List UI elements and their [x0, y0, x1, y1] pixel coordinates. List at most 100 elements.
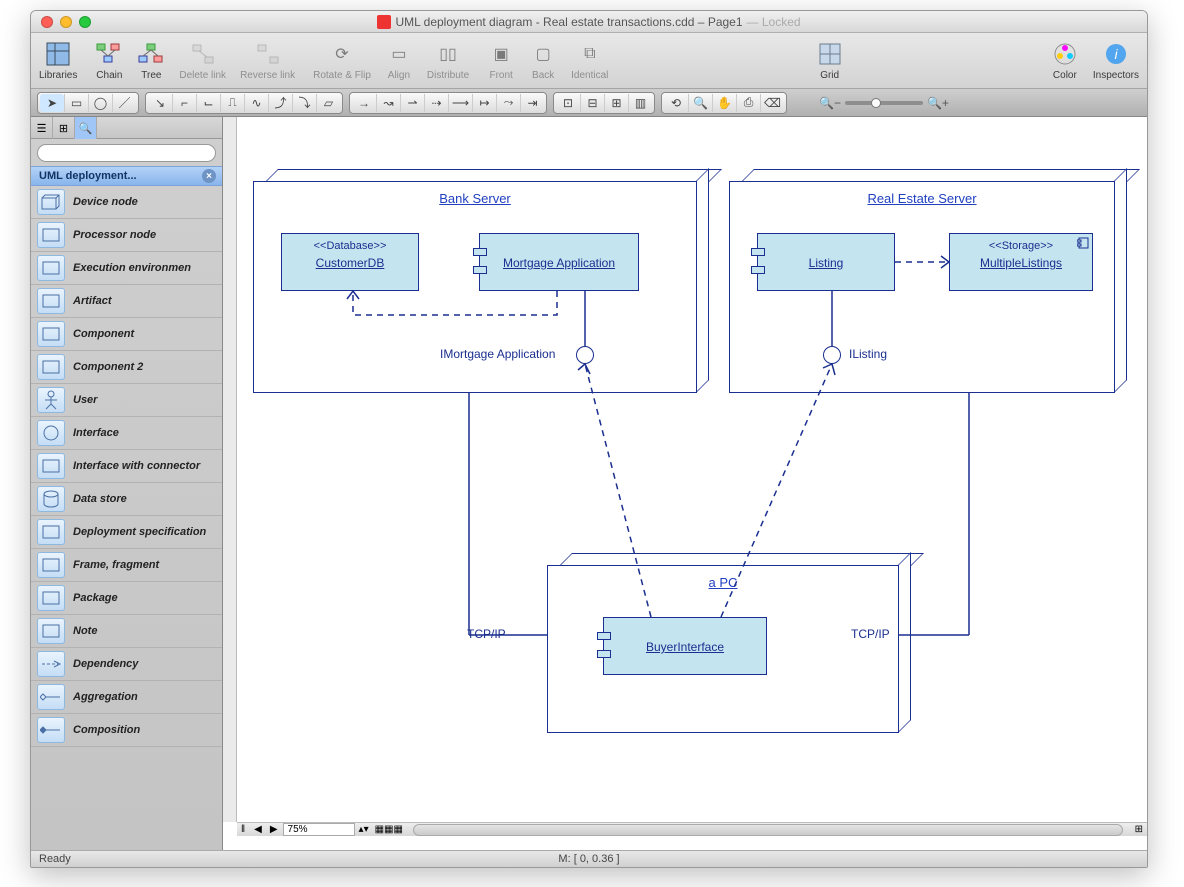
interface-mortgage[interactable]	[576, 346, 594, 364]
arrow-style-2[interactable]: ↝	[376, 94, 400, 112]
connector-tool-8[interactable]: ▱	[316, 94, 340, 112]
component-customer-db[interactable]: <<Database>> CustomerDB	[281, 233, 419, 291]
zoom-out-icon[interactable]: 🔍−	[819, 96, 841, 110]
pan-tool[interactable]: ✋	[712, 94, 736, 112]
grid-button[interactable]: Grid	[816, 40, 844, 81]
library-item[interactable]: Interface with connector	[31, 450, 222, 483]
sidebar-tab-search[interactable]: 🔍	[75, 117, 97, 139]
zoom-tool[interactable]: 🔍	[688, 94, 712, 112]
snap-tool-1[interactable]: ⊡	[556, 94, 580, 112]
connector-tool-6[interactable]: ⤴	[268, 94, 292, 112]
pointer-tool[interactable]: ➤	[40, 94, 64, 112]
sidebar-tab-2[interactable]: ⊞	[53, 117, 75, 139]
connector-tool-1[interactable]: ↘	[148, 94, 172, 112]
main-toolbar: Libraries Chain Tree Delete link Reverse…	[31, 33, 1147, 89]
component-buyer-interface[interactable]: BuyerInterface	[603, 617, 767, 675]
distribute-button: ▯▯Distribute	[427, 40, 469, 81]
libraries-button[interactable]: Libraries	[39, 40, 77, 81]
identical-icon: ⧉	[576, 40, 604, 68]
snap-tool-4[interactable]: ▥	[628, 94, 652, 112]
color-button[interactable]: Color	[1051, 40, 1079, 81]
ellipse-tool[interactable]: ◯	[88, 94, 112, 112]
library-item-thumb	[37, 354, 65, 380]
zoom-slider-track[interactable]	[845, 101, 923, 105]
zoom-reset-tool[interactable]: ⟲	[664, 94, 688, 112]
component-listing[interactable]: Listing	[757, 233, 895, 291]
interface-listing[interactable]	[823, 346, 841, 364]
arrow-style-6[interactable]: ↦	[472, 94, 496, 112]
close-section-button[interactable]: ×	[202, 169, 216, 183]
arrow-style-8[interactable]: ⇥	[520, 94, 544, 112]
library-item-label: Note	[73, 625, 97, 637]
library-item[interactable]: Package	[31, 582, 222, 615]
library-item-label: Execution environmen	[73, 262, 191, 274]
arrow-style-1[interactable]: →	[352, 94, 376, 112]
arrow-style-5[interactable]: ⟶	[448, 94, 472, 112]
delete-link-icon	[189, 40, 217, 68]
library-item-label: Package	[73, 592, 118, 604]
inspectors-button[interactable]: iInspectors	[1093, 40, 1139, 81]
library-item[interactable]: Component	[31, 318, 222, 351]
arrow-style-4[interactable]: ⇢	[424, 94, 448, 112]
library-search-input[interactable]	[37, 144, 216, 162]
horizontal-scrollbar[interactable]	[413, 824, 1123, 836]
snap-tool-2[interactable]: ⊟	[580, 94, 604, 112]
library-item-label: Frame, fragment	[73, 559, 159, 571]
library-item[interactable]: Artifact	[31, 285, 222, 318]
connector-tool-3[interactable]: ⌙	[196, 94, 220, 112]
snap-tool-3[interactable]: ⊞	[604, 94, 628, 112]
arrow-style-7[interactable]: ⤳	[496, 94, 520, 112]
zoom-in-icon[interactable]: 🔍+	[927, 96, 949, 110]
zoom-slider[interactable]: 🔍− 🔍+	[819, 96, 949, 110]
zoom-window-button[interactable]	[79, 16, 91, 28]
arrow-style-3[interactable]: ⇀	[400, 94, 424, 112]
library-item[interactable]: Processor node	[31, 219, 222, 252]
library-item[interactable]: Dependency	[31, 648, 222, 681]
minimize-window-button[interactable]	[60, 16, 72, 28]
zoom-stepper[interactable]: ▴▾	[357, 824, 371, 835]
back-button: ▢Back	[529, 40, 557, 81]
tcpip-left-label: TCP/IP	[467, 627, 506, 641]
chain-button[interactable]: Chain	[95, 40, 123, 81]
library-item[interactable]: Interface	[31, 417, 222, 450]
component-multiple-listings[interactable]: <<Storage>> MultipleListings	[949, 233, 1093, 291]
library-item[interactable]: Device node	[31, 186, 222, 219]
library-item-label: Dependency	[73, 658, 138, 670]
library-list: Device nodeProcessor node Execution envir…	[31, 186, 222, 850]
eraser-tool[interactable]: ⌫	[760, 94, 784, 112]
titlebar: UML deployment diagram - Real estate tra…	[31, 11, 1147, 33]
sidebar-section-header[interactable]: UML deployment... ×	[31, 166, 222, 186]
connector-tool-7[interactable]: ⤵	[292, 94, 316, 112]
library-item[interactable]: Composition	[31, 714, 222, 747]
library-item[interactable]: User	[31, 384, 222, 417]
page-next-button[interactable]: ▶	[267, 824, 281, 835]
bottom-controls: ‖ ◀ ▶ 75% ▴▾ ▦▦▦ ⊞	[237, 822, 1147, 836]
zoom-slider-thumb[interactable]	[871, 98, 881, 108]
print-tool[interactable]: ⎙	[736, 94, 760, 112]
component-mortgage-app[interactable]: Mortgage Application	[479, 233, 639, 291]
close-window-button[interactable]	[41, 16, 53, 28]
rect-tool[interactable]: ▭	[64, 94, 88, 112]
connector-tool-4[interactable]: ⎍	[220, 94, 244, 112]
connector-tool-5[interactable]: ∿	[244, 94, 268, 112]
library-item[interactable]: Execution environmen	[31, 252, 222, 285]
diagram-canvas[interactable]: Bank Server <<Database>> CustomerDB Mort…	[237, 117, 1147, 822]
library-item-thumb	[37, 684, 65, 710]
library-item[interactable]: Frame, fragment	[31, 549, 222, 582]
reverse-link-icon	[254, 40, 282, 68]
connector-tool-2[interactable]: ⌐	[172, 94, 196, 112]
library-item[interactable]: Aggregation	[31, 681, 222, 714]
zoom-percentage[interactable]: 75%	[283, 823, 355, 836]
line-tool[interactable]: ／	[112, 94, 136, 112]
page-prev-button[interactable]: ◀	[251, 824, 265, 835]
tree-button[interactable]: Tree	[137, 40, 165, 81]
library-item[interactable]: Data store	[31, 483, 222, 516]
library-item-thumb	[37, 486, 65, 512]
node-pc-title: a PC	[547, 575, 899, 590]
library-item-label: Artifact	[73, 295, 112, 307]
library-item[interactable]: Note	[31, 615, 222, 648]
library-item[interactable]: Deployment specification	[31, 516, 222, 549]
library-item[interactable]: Component 2	[31, 351, 222, 384]
library-item-label: Deployment specification	[73, 526, 206, 538]
sidebar-tab-1[interactable]: ☰	[31, 117, 53, 139]
